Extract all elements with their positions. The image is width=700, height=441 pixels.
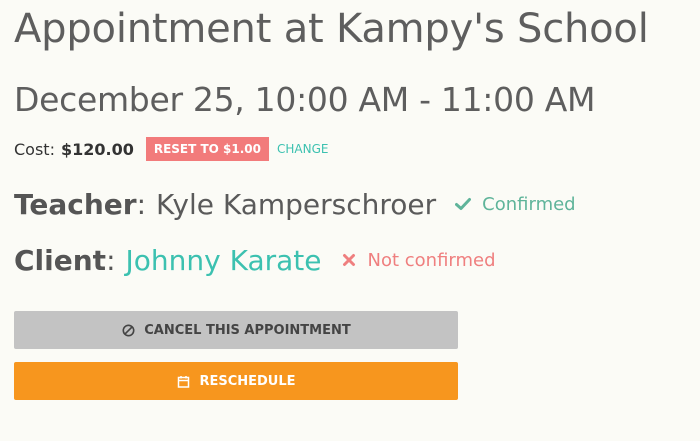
teacher-row: Teacher: Kyle Kamperschroer Confirmed <box>14 184 576 224</box>
checkmark-icon <box>454 195 472 213</box>
client-name-link[interactable]: Johnny Karate <box>126 244 322 277</box>
cost-label: Cost: <box>14 139 55 159</box>
cancel-appointment-button[interactable]: CANCEL THIS APPOINTMENT <box>14 311 458 349</box>
cost-row: Cost: $120.00 RESET TO $1.00 CHANGE <box>14 136 328 162</box>
page-title: Appointment at Kampy's School <box>14 6 649 52</box>
appointment-page: Appointment at Kampy's School December 2… <box>0 0 700 441</box>
reset-cost-button[interactable]: RESET TO $1.00 <box>145 137 270 161</box>
change-cost-link[interactable]: CHANGE <box>277 142 328 156</box>
reschedule-button[interactable]: RESCHEDULE <box>14 362 458 400</box>
x-icon <box>340 251 358 269</box>
client-row: Client: Johnny Karate Not confirmed <box>14 240 496 280</box>
client-status: Not confirmed <box>340 250 496 271</box>
client-label: Client <box>14 243 107 277</box>
reschedule-label: RESCHEDULE <box>199 373 296 389</box>
cancel-circle-icon <box>121 323 135 337</box>
teacher-label: Teacher <box>14 187 137 221</box>
cost-value: $120.00 <box>60 139 134 159</box>
client-colon: : <box>106 243 116 277</box>
teacher-status: Confirmed <box>454 193 576 215</box>
cancel-appointment-label: CANCEL THIS APPOINTMENT <box>144 322 351 338</box>
teacher-colon: : <box>136 187 147 221</box>
client-status-text: Not confirmed <box>367 249 496 271</box>
teacher-status-text: Confirmed <box>482 193 576 215</box>
teacher-name: Kyle Kamperschroer <box>156 187 437 221</box>
calendar-icon <box>176 374 190 388</box>
appointment-datetime: December 25, 10:00 AM - 11:00 AM <box>14 80 596 119</box>
